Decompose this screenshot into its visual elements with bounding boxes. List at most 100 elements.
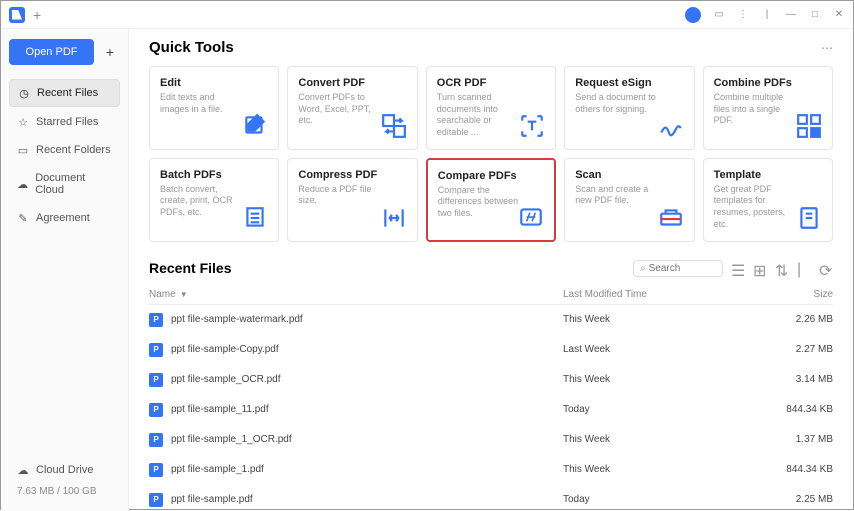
- create-pdf-button[interactable]: +: [100, 44, 120, 60]
- agreement-icon: ✎: [17, 212, 29, 224]
- tool-template[interactable]: Template Get great PDF templates for resu…: [703, 158, 833, 242]
- file-list-header: Name ▼ Last Modified Time Size: [149, 285, 833, 305]
- sidebar: Open PDF + ◷ Recent Files ☆ Starred Files ▭R…: [1, 29, 129, 511]
- size-column-header[interactable]: Size: [773, 289, 833, 300]
- tool-title: Combine PDFs: [714, 77, 796, 89]
- cloud-drive-section[interactable]: ☁ Cloud Drive: [9, 458, 120, 482]
- close-icon[interactable]: ✕: [833, 9, 845, 21]
- tool-title: Edit: [160, 77, 242, 89]
- sidebar-item-label: Starred Files: [36, 116, 98, 128]
- sidebar-item-label: Agreement: [36, 212, 90, 224]
- convert-icon: [381, 113, 407, 139]
- sidebar-item-recent-folders[interactable]: ▭Recent Folders: [9, 137, 120, 163]
- search-box[interactable]: ⌕: [633, 260, 723, 277]
- list-view-icon[interactable]: ☰: [731, 261, 745, 275]
- minimize-icon[interactable]: —: [785, 9, 797, 21]
- file-name: ppt file-sample_1_OCR.pdf: [171, 434, 292, 445]
- tool-title: Request eSign: [575, 77, 657, 89]
- tool-desc: Edit texts and images in a file.: [160, 92, 242, 115]
- file-size: 844.34 KB: [773, 404, 833, 415]
- tool-compress-pdf[interactable]: Compress PDFReduce a PDF file size.: [287, 158, 417, 242]
- compress-icon: [381, 205, 407, 231]
- sidebar-item-starred-files[interactable]: ☆ Starred Files: [9, 109, 120, 135]
- tool-desc: Get great PDF templates for resumes, pos…: [714, 184, 796, 231]
- tool-scan[interactable]: ScanScan and create a new PDF file.: [564, 158, 694, 242]
- file-row[interactable]: Pppt file-sample_1_OCR.pdfThis Week1.37 …: [149, 425, 833, 455]
- avatar-icon[interactable]: [685, 7, 701, 23]
- file-row[interactable]: Pppt file-sample_11.pdfToday844.34 KB: [149, 395, 833, 425]
- tool-title: Template: [714, 169, 796, 181]
- tool-batch-pdfs[interactable]: Batch PDFs Batch convert, create, print, …: [149, 158, 279, 242]
- open-pdf-button[interactable]: Open PDF: [9, 39, 94, 65]
- tool-desc: Compare the differences between two file…: [438, 185, 518, 220]
- file-size: 2.27 MB: [773, 344, 833, 355]
- maximize-icon[interactable]: □: [809, 9, 821, 21]
- modified-column-header[interactable]: Last Modified Time: [563, 289, 773, 300]
- file-size: 3.14 MB: [773, 374, 833, 385]
- sidebar-item-label: Recent Files: [37, 87, 98, 99]
- search-input[interactable]: [649, 263, 716, 274]
- sidebar-item-document-cloud[interactable]: ☁ Document Cloud: [9, 165, 120, 203]
- tool-edit[interactable]: Edit Edit texts and images in a file.: [149, 66, 279, 150]
- sort-arrow-icon: ▼: [180, 290, 188, 299]
- tool-desc: Batch convert, create, print, OCR PDFs, …: [160, 184, 242, 219]
- edit-icon: [242, 113, 268, 139]
- tool-request-esign[interactable]: Request eSign Send a document to others f…: [564, 66, 694, 150]
- new-tab-button[interactable]: +: [33, 7, 41, 23]
- file-row[interactable]: Pppt file-sample-watermark.pdfThis Week2…: [149, 305, 833, 335]
- pdf-file-icon: P: [149, 343, 163, 357]
- feedback-icon[interactable]: ▭: [713, 9, 725, 21]
- cloud-icon: ☁: [17, 464, 29, 476]
- sidebar-item-recent-files[interactable]: ◷ Recent Files: [9, 79, 120, 107]
- file-modified: This Week: [563, 374, 773, 385]
- file-row[interactable]: Pppt file-sample.pdfToday2.25 MB: [149, 485, 833, 511]
- pdf-file-icon: P: [149, 313, 163, 327]
- quick-tools-more-icon[interactable]: ⋯: [821, 41, 833, 55]
- recent-files-title: Recent Files: [149, 260, 231, 276]
- tool-combine-pdfs[interactable]: Combine PDFs Combine multiple files into …: [703, 66, 833, 150]
- scan-icon: [658, 205, 684, 231]
- tool-ocr-pdf[interactable]: OCR PDFTurn scanned documents into searc…: [426, 66, 556, 150]
- pdf-file-icon: P: [149, 433, 163, 447]
- tool-desc: Combine multiple files into a single PDF…: [714, 92, 796, 127]
- file-row[interactable]: Pppt file-sample_OCR.pdf This Week3.14 MB: [149, 365, 833, 395]
- tool-convert-pdf[interactable]: Convert PDFConvert PDFs to Word, Excel, …: [287, 66, 417, 150]
- esign-icon: [658, 113, 684, 139]
- cloud-icon: ☁: [17, 178, 28, 190]
- file-name: ppt file-sample-Copy.pdf: [171, 344, 279, 355]
- file-row[interactable]: Pppt file-sample-Copy.pdf Last Week2.27 M…: [149, 335, 833, 365]
- sidebar-item-label: Document Cloud: [35, 172, 112, 196]
- grid-view-icon[interactable]: ⊞: [753, 261, 767, 275]
- pdf-file-icon: P: [149, 493, 163, 507]
- tool-compare-pdfs[interactable]: Compare PDFs Compare the differences betw…: [426, 158, 556, 242]
- sort-icon[interactable]: ⇅: [775, 261, 789, 275]
- divider-icon: |: [797, 261, 811, 275]
- clock-icon: ◷: [18, 87, 30, 99]
- file-name: ppt file-sample-watermark.pdf: [171, 314, 303, 325]
- folder-icon: ▭: [17, 144, 29, 156]
- sidebar-item-agreement[interactable]: ✎ Agreement: [9, 205, 120, 231]
- tool-title: OCR PDF: [437, 77, 519, 89]
- compare-icon: [518, 204, 544, 230]
- pdf-file-icon: P: [149, 373, 163, 387]
- app-logo: [9, 7, 25, 23]
- batch-icon: [242, 205, 268, 231]
- file-row[interactable]: Pppt file-sample_1.pdfThis Week844.34 KB: [149, 455, 833, 485]
- divider-icon: |: [761, 9, 773, 21]
- name-column-header[interactable]: Name ▼: [149, 289, 563, 300]
- tool-title: Compare PDFs: [438, 170, 518, 182]
- ocr-icon: [519, 113, 545, 139]
- quick-tools-title: Quick Tools: [149, 39, 234, 56]
- file-name: ppt file-sample_OCR.pdf: [171, 374, 281, 385]
- combine-icon: [796, 113, 822, 139]
- refresh-icon[interactable]: ⟳: [819, 261, 833, 275]
- menu-icon[interactable]: ⋮: [737, 9, 749, 21]
- file-size: 844.34 KB: [773, 464, 833, 475]
- tool-desc: Reduce a PDF file size.: [298, 184, 380, 207]
- pdf-file-icon: P: [149, 463, 163, 477]
- tool-title: Batch PDFs: [160, 169, 242, 181]
- pdf-file-icon: P: [149, 403, 163, 417]
- file-modified: Last Week: [563, 344, 773, 355]
- star-icon: ☆: [17, 116, 29, 128]
- tool-desc: Send a document to others for signing.: [575, 92, 657, 115]
